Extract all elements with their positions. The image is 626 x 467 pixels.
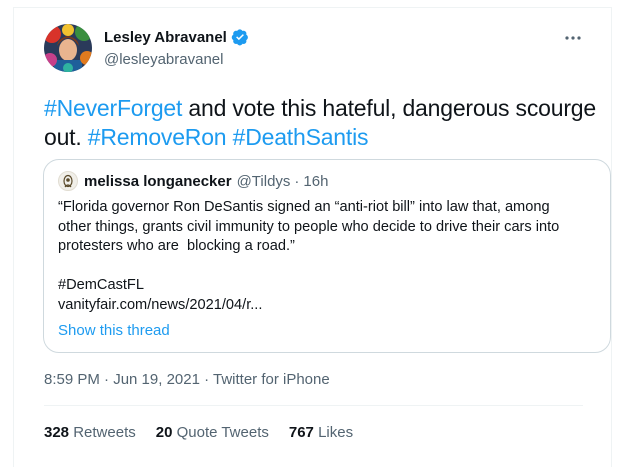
retweets-label: Retweets bbox=[73, 424, 136, 441]
verified-badge-icon bbox=[231, 28, 249, 46]
quoted-text-line: other things, grants civil immunity to p… bbox=[58, 218, 560, 235]
quoted-text-line: “Florida governor Ron DeSantis signed an… bbox=[58, 199, 550, 215]
meta-separator: · bbox=[294, 172, 300, 190]
author-name-row[interactable]: Lesley Abravanel bbox=[104, 28, 249, 46]
quoted-author-handle[interactable]: @Tildys bbox=[237, 173, 291, 190]
show-thread-link[interactable]: Show this thread bbox=[58, 322, 170, 339]
hashtag-link[interactable]: #DeathSantis bbox=[233, 124, 369, 150]
quote-tweets-count: 20 bbox=[155, 424, 173, 441]
tweet-timestamp[interactable]: 8:59 PM · Jun 19, 2021 · Twitter for iPh… bbox=[44, 371, 330, 388]
engagement-stats: 328 Retweets 20 Quote Tweets 767 Likes bbox=[44, 424, 373, 441]
retweets-count: 328 bbox=[44, 424, 70, 441]
quoted-tweet-body: “Florida governor Ron DeSantis signed an… bbox=[58, 198, 598, 315]
author-handle[interactable]: @lesleyabravanel bbox=[104, 51, 223, 68]
hashtag-link[interactable]: #RemoveRon bbox=[88, 124, 227, 150]
divider bbox=[44, 405, 583, 406]
quoted-author-name[interactable]: melissa longanecker bbox=[84, 173, 232, 190]
quote-tweets-stat[interactable]: 20 Quote Tweets bbox=[156, 424, 269, 441]
retweets-stat[interactable]: 328 Retweets bbox=[44, 424, 136, 441]
quoted-author-avatar[interactable] bbox=[58, 171, 78, 191]
likes-count: 767 bbox=[288, 424, 314, 441]
quoted-tweet-time[interactable]: 16h bbox=[303, 173, 328, 190]
quoted-link: vanityfair.com/news/2021/04/r... bbox=[58, 296, 263, 313]
tweet-text: #NeverForget and vote this hateful, dang… bbox=[44, 94, 609, 152]
quoted-tweet-header: melissa longanecker @Tildys · 16h bbox=[58, 171, 328, 191]
author-name[interactable]: Lesley Abravanel bbox=[104, 29, 227, 46]
quote-tweets-label: Quote Tweets bbox=[176, 424, 269, 441]
likes-stat[interactable]: 767 Likes bbox=[289, 424, 353, 441]
likes-label: Likes bbox=[318, 424, 354, 441]
hashtag-link[interactable]: #NeverForget bbox=[44, 95, 182, 121]
quoted-hashtag: #DemCastFL bbox=[58, 277, 144, 293]
quoted-text-line: protesters who are blocking a road.” bbox=[58, 238, 295, 254]
more-horizontal-icon[interactable] bbox=[563, 28, 583, 48]
quoted-tweet[interactable]: melissa longanecker @Tildys · 16h “Flori… bbox=[43, 159, 611, 353]
author-avatar[interactable] bbox=[44, 24, 92, 72]
tweet-card: Lesley Abravanel @lesleyabravanel #Never… bbox=[13, 7, 612, 467]
